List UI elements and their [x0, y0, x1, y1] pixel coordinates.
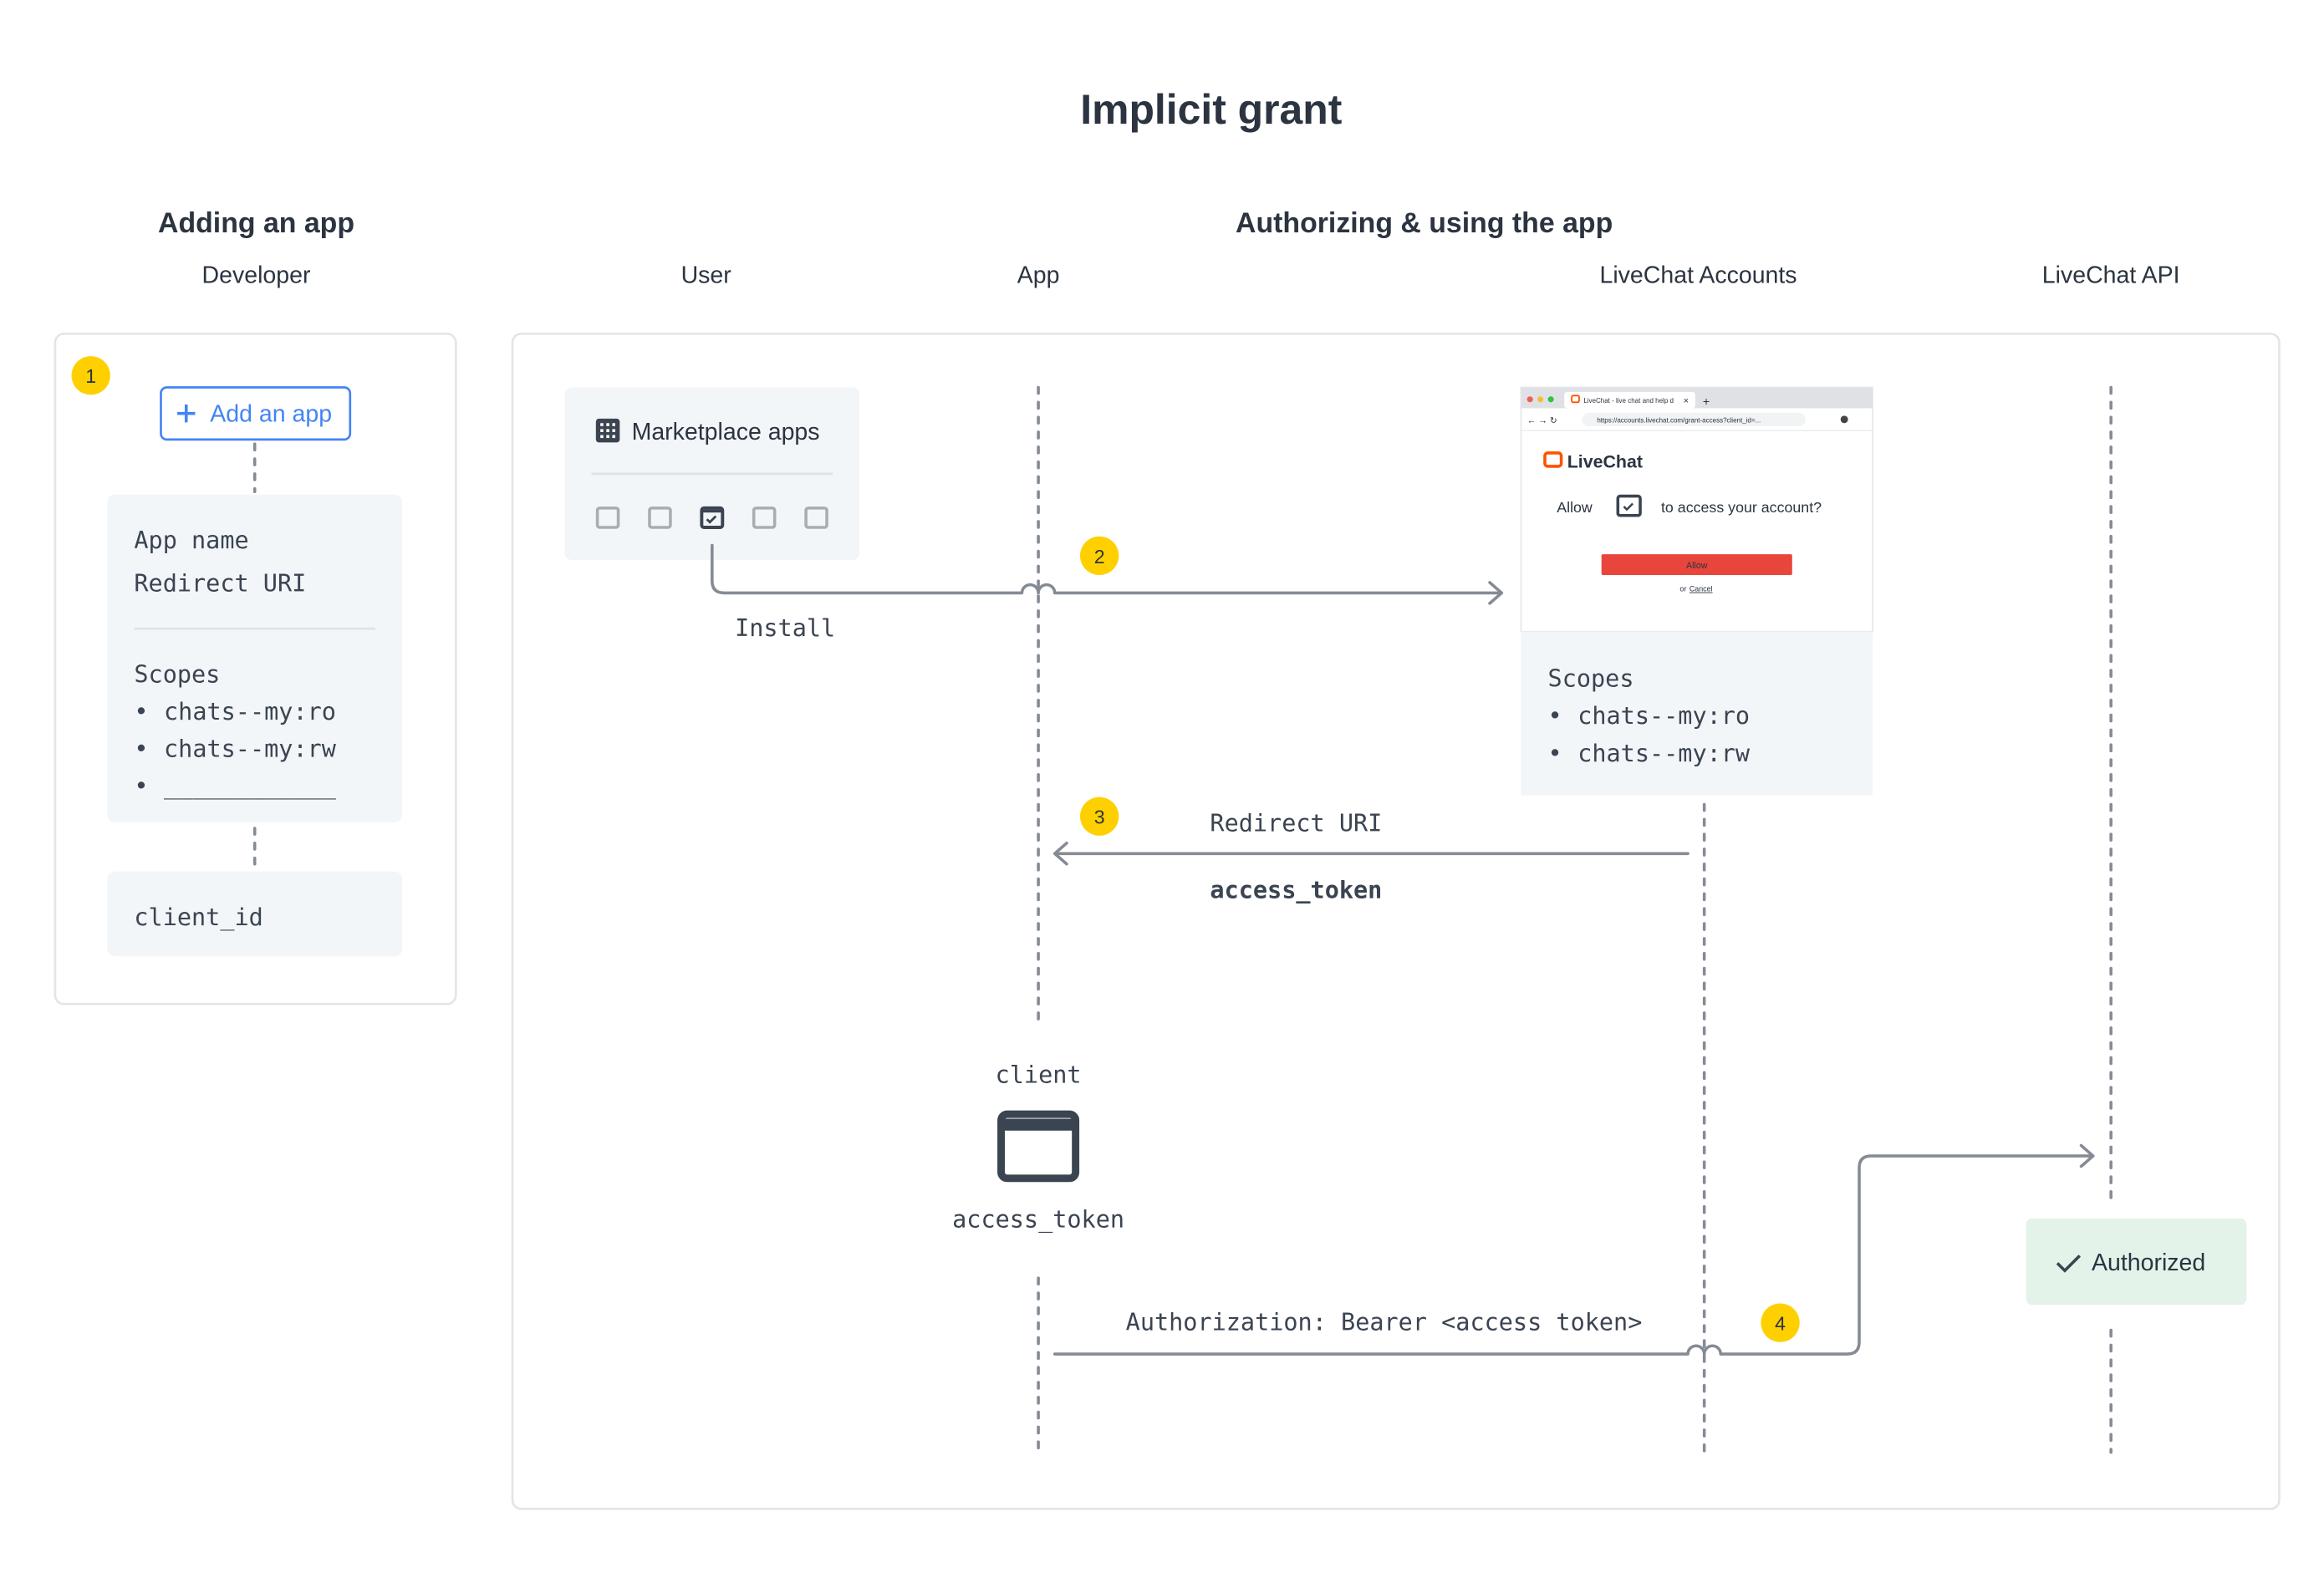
step-number-3: 3 [1094, 807, 1105, 828]
actor-api: LiveChat API [2042, 262, 2180, 289]
redirect-token-label: access_token [1210, 877, 1382, 904]
svg-text:•: • [134, 772, 148, 800]
implicit-grant-diagram: Implicit grant Adding an app Authorizing… [54, 86, 2281, 1510]
scope-item: chats--my:ro [1577, 702, 1750, 730]
svg-text:•: • [1548, 702, 1562, 730]
grid-icon [595, 418, 620, 443]
client-token-label: access_token [952, 1206, 1124, 1234]
page-title: Implicit grant [1080, 86, 1342, 133]
actor-developer: Developer [202, 262, 311, 289]
allow-suffix: to access your account? [1661, 499, 1822, 516]
actor-app: App [1017, 262, 1060, 289]
scopes-label: Scopes [134, 660, 220, 688]
scope-item-blank: ____________ [164, 772, 337, 801]
accounts-scopes-label: Scopes [1548, 665, 1634, 693]
svg-text:•: • [134, 698, 148, 725]
svg-text:← → ↻: ← → ↻ [1527, 415, 1557, 425]
field-redirect-uri: Redirect URI [134, 570, 306, 598]
svg-text:+: + [1703, 395, 1710, 409]
client-id-label: client_id [134, 903, 262, 932]
authorized-label: Authorized [2092, 1250, 2205, 1276]
add-app-button[interactable]: Add an app [160, 386, 352, 441]
or-text: or [1679, 585, 1686, 593]
allow-prefix: Allow [1557, 499, 1593, 516]
authorization-header-label: Authorization: Bearer <access token> [1126, 1309, 1643, 1336]
redirect-uri-label: Redirect URI [1210, 810, 1382, 837]
scope-item: chats--my:rw [1577, 740, 1751, 767]
add-app-label: Add an app [210, 400, 332, 427]
scope-item: chats--my:ro [164, 698, 336, 725]
svg-text:×: × [1684, 396, 1689, 406]
step-number-4: 4 [1775, 1313, 1786, 1335]
scope-item: chats--my:rw [164, 735, 337, 762]
section-adding-title: Adding an app [158, 207, 354, 239]
browser-tab-title: LiveChat - live chat and help d [1583, 397, 1674, 405]
svg-text:•: • [1548, 740, 1562, 767]
marketplace-title: Marketplace apps [632, 419, 820, 445]
actor-user: User [681, 262, 732, 289]
cancel-link[interactable]: Cancel [1689, 585, 1713, 593]
browser-url: https://accounts.livechat.com/grant-acce… [1597, 416, 1761, 424]
field-app-name: App name [134, 527, 248, 554]
step-number-2: 2 [1094, 546, 1105, 568]
allow-button-label: Allow [1686, 561, 1708, 571]
livechat-brand: LiveChat [1567, 452, 1643, 472]
client-label: client [996, 1061, 1082, 1089]
actor-accounts: LiveChat Accounts [1600, 262, 1797, 289]
section-authorizing-title: Authorizing & using the app [1236, 207, 1613, 239]
step-number-1: 1 [85, 365, 96, 387]
install-label: Install [735, 614, 835, 642]
browser-consent-window: LiveChat - live chat and help d × + ← → … [1520, 386, 1873, 633]
svg-text:•: • [134, 735, 148, 762]
